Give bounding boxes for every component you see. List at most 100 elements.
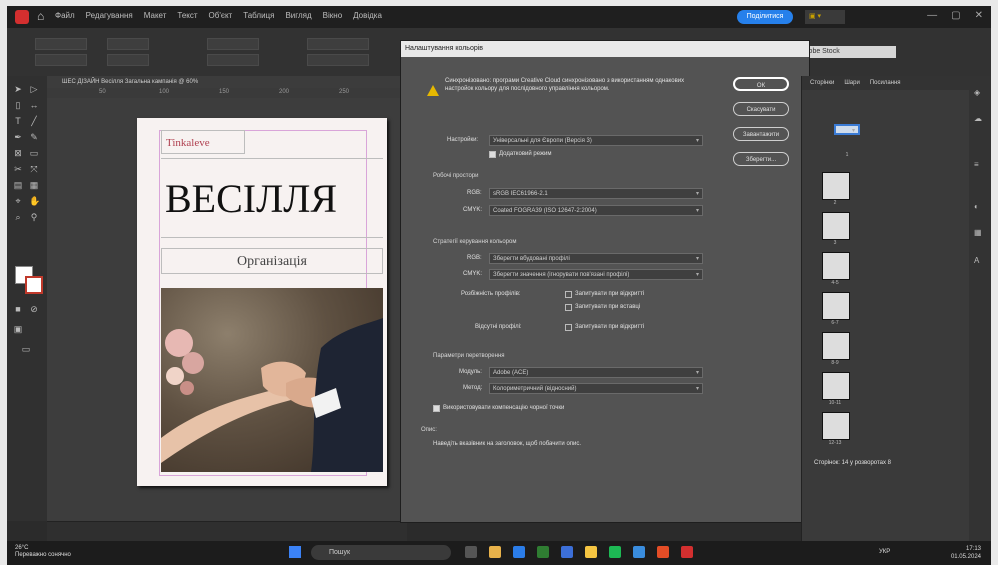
menu-layout[interactable]: Макет: [144, 11, 167, 20]
word-icon[interactable]: [561, 546, 573, 558]
folder-icon[interactable]: [585, 546, 597, 558]
policy-rgb-select[interactable]: Зберегти вбудовані профілі: [489, 253, 703, 265]
telegram-icon[interactable]: [633, 546, 645, 558]
document-page[interactable]: Tinkaleve ВЕСІЛЛЯ Організація: [137, 118, 387, 486]
start-button-icon[interactable]: [289, 546, 301, 558]
system-tray[interactable]: 17:13 01.05.2024: [951, 545, 981, 561]
page-thumbnail[interactable]: [822, 332, 850, 360]
apply-color-icon[interactable]: ■: [13, 304, 23, 314]
advanced-mode-checkbox[interactable]: [489, 151, 496, 158]
line-tool-icon[interactable]: ╱: [29, 116, 39, 126]
menu-edit[interactable]: Редагування: [86, 11, 133, 20]
menu-file[interactable]: Файл: [55, 11, 75, 20]
rectangle-tool-icon[interactable]: ▭: [29, 148, 39, 158]
properties-icon[interactable]: ◈: [974, 88, 980, 97]
rectangle-frame-tool-icon[interactable]: ⊠: [13, 148, 23, 158]
menu-object[interactable]: Об'єкт: [209, 11, 233, 20]
keyboard-language[interactable]: УКР: [879, 549, 890, 555]
scale-y-field[interactable]: [207, 54, 259, 66]
share-button[interactable]: Поділитися: [737, 10, 793, 24]
load-button[interactable]: Завантажити: [733, 127, 789, 141]
zoom-tool-icon[interactable]: ⌕: [13, 212, 23, 222]
rotate-field[interactable]: [307, 54, 369, 66]
policy-cmyk-select[interactable]: Зберегти значення (ігнорувати пов'язані …: [489, 269, 703, 281]
ask-open-checkbox[interactable]: [565, 291, 572, 298]
page-thumbnail[interactable]: [822, 412, 850, 440]
measure-tool-icon[interactable]: ⚲: [29, 212, 39, 222]
task-view-icon[interactable]: [465, 546, 477, 558]
swatches-panel-icon[interactable]: ▦: [974, 228, 982, 237]
menu-table[interactable]: Таблиця: [243, 11, 274, 20]
chrome-icon[interactable]: [609, 546, 621, 558]
menu-window[interactable]: Вікно: [323, 11, 342, 20]
indesign-taskbar-icon[interactable]: [681, 546, 693, 558]
store-icon[interactable]: [537, 546, 549, 558]
height-field[interactable]: [107, 54, 149, 66]
gap-tool-icon[interactable]: ↔: [29, 100, 39, 110]
selection-tool-icon[interactable]: ➤: [13, 84, 23, 94]
cc-libraries-icon[interactable]: ☁: [974, 114, 982, 123]
note-tool-icon[interactable]: ▦: [29, 180, 39, 190]
minimize-icon[interactable]: —: [927, 10, 937, 21]
page-thumbnail[interactable]: [822, 292, 850, 320]
page-thumbnail[interactable]: [822, 172, 850, 200]
save-button[interactable]: Зберегти...: [733, 152, 789, 166]
wedding-photo[interactable]: [161, 288, 383, 472]
page-thumbnail[interactable]: [822, 372, 850, 400]
taskbar-search[interactable]: Пошук: [311, 545, 451, 560]
gradient-tool-icon[interactable]: ▤: [13, 180, 23, 190]
photos-icon[interactable]: [657, 546, 669, 558]
direct-selection-tool-icon[interactable]: ▷: [29, 84, 39, 94]
page-thumbnail[interactable]: [834, 124, 860, 137]
home-icon[interactable]: ⌂: [37, 9, 44, 23]
width-field[interactable]: [107, 38, 149, 50]
title-text-frame[interactable]: ВЕСІЛЛЯ: [161, 158, 383, 238]
menu-help[interactable]: Довідка: [353, 11, 382, 20]
menu-type[interactable]: Текст: [177, 11, 197, 20]
page-thumbnail[interactable]: [822, 252, 850, 280]
free-transform-tool-icon[interactable]: ⤧: [29, 164, 39, 174]
stock-search-input[interactable]: Adobe Stock: [797, 46, 896, 58]
character-panel-icon[interactable]: A: [974, 256, 979, 265]
apply-none-icon[interactable]: ⊘: [29, 304, 39, 314]
black-point-checkbox[interactable]: [433, 405, 440, 412]
intent-select[interactable]: Колориметричний (відносний): [489, 383, 703, 395]
screen-mode-icon[interactable]: ▭: [21, 344, 31, 354]
workspace-switcher[interactable]: ▣ ▾: [805, 10, 845, 24]
maximize-icon[interactable]: ▢: [951, 10, 960, 21]
x-field[interactable]: [35, 38, 87, 50]
file-explorer-icon[interactable]: [489, 546, 501, 558]
eyedropper-tool-icon[interactable]: ⌖: [13, 196, 23, 206]
cmyk-space-select[interactable]: Coated FOGRA39 (ISO 12647-2:2004): [489, 205, 703, 217]
stroke-field[interactable]: [307, 38, 369, 50]
tab-pages[interactable]: Сторінки: [810, 76, 834, 90]
normal-mode-icon[interactable]: ▣: [13, 324, 23, 334]
pen-tool-icon[interactable]: ✒: [13, 132, 23, 142]
cancel-button[interactable]: Скасувати: [733, 102, 789, 116]
rgb-space-select[interactable]: sRGB IEC61966-2.1: [489, 188, 703, 200]
settings-select[interactable]: Універсальні для Європи (Версія 3): [489, 135, 703, 147]
edge-icon[interactable]: [513, 546, 525, 558]
stroke-swatch[interactable]: [25, 276, 43, 294]
type-tool-icon[interactable]: T: [13, 116, 23, 126]
ask-open-missing-checkbox[interactable]: [565, 324, 572, 331]
menu-view[interactable]: Вигляд: [285, 11, 311, 20]
page-tool-icon[interactable]: ▯: [13, 100, 23, 110]
hand-tool-icon[interactable]: ✋: [29, 196, 40, 206]
y-field[interactable]: [35, 54, 87, 66]
weather-widget[interactable]: 26°C Переважно сонячно: [15, 545, 71, 559]
color-panel-icon[interactable]: ◐: [974, 202, 979, 211]
engine-select[interactable]: Adobe (ACE): [489, 367, 703, 379]
ask-paste-checkbox[interactable]: [565, 304, 572, 311]
page-thumbnail[interactable]: [822, 212, 850, 240]
subtitle-text-frame[interactable]: Організація: [161, 248, 383, 274]
scissors-tool-icon[interactable]: ✂: [13, 164, 23, 174]
brand-text-frame[interactable]: Tinkaleve: [161, 130, 245, 154]
scale-x-field[interactable]: [207, 38, 259, 50]
tab-layers[interactable]: Шари: [844, 76, 860, 90]
pencil-tool-icon[interactable]: ✎: [29, 132, 39, 142]
ok-button[interactable]: ОК: [733, 77, 789, 91]
stroke-panel-icon[interactable]: ≡: [974, 160, 979, 169]
document-tab[interactable]: ШЕС ДІЗАЙН Весілля Загальна кампанія @ 6…: [47, 76, 407, 88]
tab-links[interactable]: Посилання: [870, 76, 901, 90]
